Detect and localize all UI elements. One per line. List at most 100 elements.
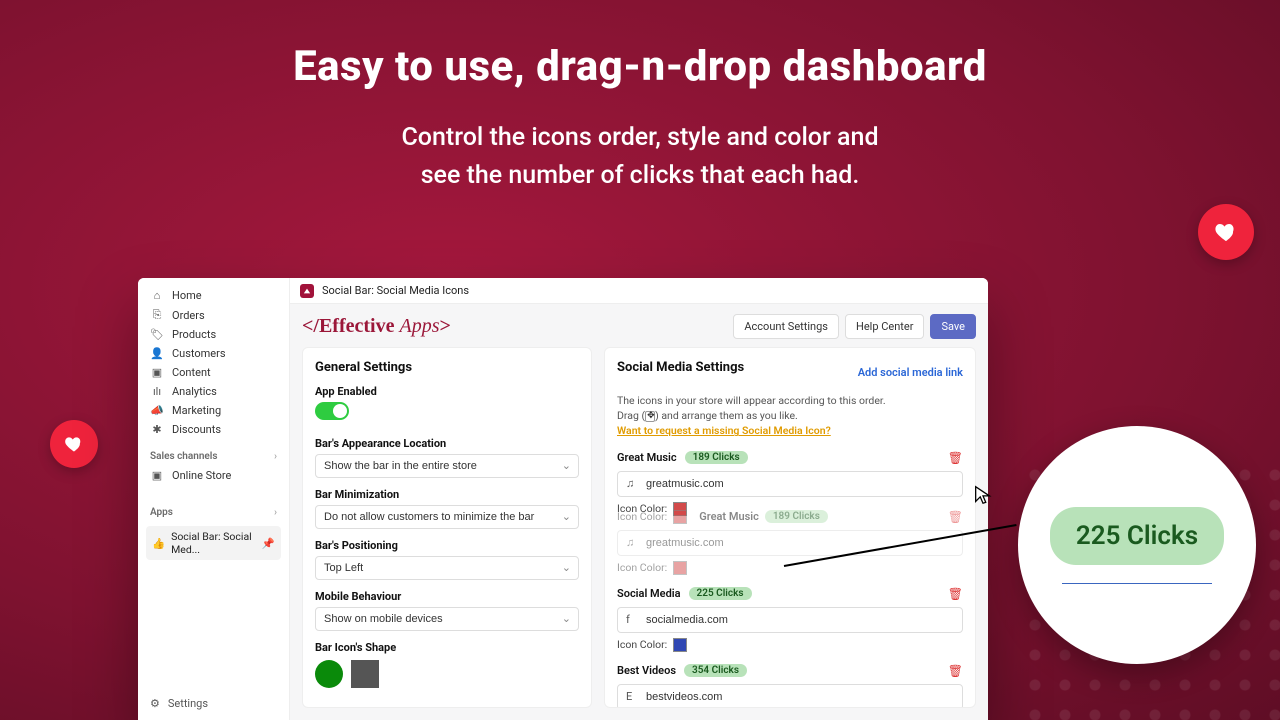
delete-row-button[interactable]: 🗑 bbox=[948, 664, 963, 678]
orders-icon: ⎘ bbox=[150, 308, 164, 322]
social-url-input[interactable]: E bbox=[617, 684, 963, 708]
account-settings-button[interactable]: Account Settings bbox=[733, 314, 839, 339]
help-line-1: The icons in your store will appear acco… bbox=[617, 394, 886, 407]
icon-color-label: Icon Color: bbox=[617, 561, 667, 574]
apps-header[interactable]: Apps › bbox=[138, 499, 289, 522]
social-url-field[interactable] bbox=[644, 477, 954, 491]
shape-option-circle[interactable] bbox=[315, 660, 343, 688]
subhead-line-2: see the number of clicks that each had. bbox=[421, 161, 860, 190]
social-url-input[interactable]: ♫ bbox=[617, 471, 963, 497]
social-media-settings-card: Social Media Settings Add social media l… bbox=[604, 347, 976, 708]
sidebar: ⌂Home ⎘Orders 🏷Products 👤 Customers ▣ Cont… bbox=[138, 278, 290, 720]
main-area: Social Bar: Social Media Icons </Effecti… bbox=[290, 278, 988, 720]
platform-icon: ♫ bbox=[626, 477, 638, 490]
add-social-link[interactable]: Add social media link bbox=[858, 366, 963, 379]
section-label: Apps bbox=[150, 507, 173, 518]
shape-option-square[interactable] bbox=[351, 660, 379, 688]
bar-positioning-label: Bar's Positioning bbox=[315, 539, 579, 552]
cursor-icon bbox=[972, 484, 994, 506]
platform-icon: E bbox=[626, 690, 638, 703]
nav-label: Online Store bbox=[172, 469, 231, 482]
nav-label: Customers bbox=[172, 347, 226, 360]
help-center-button[interactable]: Help Center bbox=[845, 314, 925, 339]
help-line-2-pre: Drag ( bbox=[617, 409, 645, 422]
nav-label: Content bbox=[172, 366, 211, 379]
bar-positioning-select[interactable]: Top Left bbox=[315, 556, 579, 580]
nav-label: Analytics bbox=[172, 385, 217, 398]
heart-icon bbox=[64, 434, 84, 454]
mobile-behaviour-select[interactable]: Show on mobile devices bbox=[315, 607, 579, 631]
sidebar-app-social-bar[interactable]: 👍 Social Bar: Social Med... 📌 bbox=[146, 526, 281, 560]
sales-channels-header[interactable]: Sales channels › bbox=[138, 443, 289, 466]
nav-content[interactable]: ▣ Content bbox=[138, 363, 289, 382]
callout-underline bbox=[1062, 583, 1212, 584]
icon-color-label: Icon Color: bbox=[617, 638, 667, 651]
color-swatch[interactable] bbox=[673, 510, 687, 524]
content-icon: ▣ bbox=[150, 366, 164, 379]
nav-settings[interactable]: ⚙ Settings bbox=[138, 687, 289, 720]
social-url-input[interactable]: f bbox=[617, 607, 963, 633]
app-logo-icon bbox=[300, 284, 314, 298]
section-label: Sales channels bbox=[150, 451, 218, 462]
home-icon: ⌂ bbox=[150, 289, 164, 302]
heart-icon bbox=[1214, 220, 1238, 244]
move-icon: ✥ bbox=[645, 411, 655, 422]
delete-row-button[interactable]: 🗑 bbox=[948, 587, 963, 601]
tag-icon: 🏷 bbox=[150, 328, 164, 341]
general-settings-card: General Settings App Enabled Bar's Appea… bbox=[302, 347, 592, 708]
social-settings-title: Social Media Settings bbox=[617, 360, 744, 375]
color-swatch[interactable] bbox=[673, 638, 687, 652]
nav-marketing[interactable]: 📣 Marketing bbox=[138, 401, 289, 420]
settings-label: Settings bbox=[168, 697, 208, 710]
app-enabled-toggle[interactable] bbox=[315, 402, 349, 420]
social-url-field[interactable] bbox=[644, 613, 954, 627]
heart-badge-right bbox=[1198, 204, 1254, 260]
pin-icon[interactable]: 📌 bbox=[262, 537, 275, 550]
mobile-behaviour-label: Mobile Behaviour bbox=[315, 590, 579, 603]
nav-customers[interactable]: 👤 Customers bbox=[138, 344, 289, 363]
bar-minimization-select[interactable]: Do not allow customers to minimize the b… bbox=[315, 505, 579, 529]
social-row[interactable]: Social Media 225 Clicks 🗑 f Icon Color: bbox=[617, 587, 963, 652]
discount-icon: ✱ bbox=[150, 423, 164, 436]
nav-analytics[interactable]: ılı Analytics bbox=[138, 382, 289, 401]
social-help-text: The icons in your store will appear acco… bbox=[617, 393, 963, 439]
brand-apps: Apps bbox=[399, 315, 439, 337]
delete-row-button[interactable]: 🗑 bbox=[948, 451, 963, 465]
nav-products[interactable]: 🏷Products bbox=[138, 325, 289, 344]
gear-icon: ⚙ bbox=[150, 697, 160, 710]
nav-label: Marketing bbox=[172, 404, 221, 417]
chevron-right-icon: › bbox=[274, 451, 277, 462]
megaphone-icon: 📣 bbox=[150, 404, 164, 417]
toolbar: </Effective Apps> Account Settings Help … bbox=[290, 304, 988, 347]
social-url-field[interactable] bbox=[644, 690, 954, 704]
appearance-location-select[interactable]: Show the bar in the entire store bbox=[315, 454, 579, 478]
nav-home[interactable]: ⌂Home bbox=[138, 286, 289, 305]
clicks-callout-bubble: 225 Clicks bbox=[1018, 426, 1256, 664]
nav-online-store[interactable]: ▣Online Store bbox=[138, 466, 289, 485]
request-missing-icon-link[interactable]: Want to request a missing Social Media I… bbox=[617, 424, 831, 437]
delete-row-button[interactable]: 🗑 bbox=[948, 510, 963, 524]
save-button[interactable]: Save bbox=[930, 314, 976, 339]
social-row[interactable]: Great Music 189 Clicks 🗑 ♫ Icon Color: bbox=[617, 451, 963, 516]
help-line-2-post: ) and arrange them as you like. bbox=[655, 409, 798, 422]
social-row-name: Great Music bbox=[699, 510, 759, 523]
appearance-location-label: Bar's Appearance Location bbox=[315, 437, 579, 450]
brand-logo: </Effective Apps> bbox=[302, 315, 451, 338]
app-title-bar: Social Bar: Social Media Icons bbox=[290, 278, 988, 304]
social-row-name: Best Videos bbox=[617, 664, 676, 677]
social-row-name: Great Music bbox=[617, 451, 677, 464]
nav-orders[interactable]: ⎘Orders bbox=[138, 305, 289, 325]
nav-discounts[interactable]: ✱Discounts bbox=[138, 420, 289, 439]
color-swatch[interactable] bbox=[673, 561, 687, 575]
clicks-callout-value: 225 Clicks bbox=[1050, 507, 1224, 565]
brand-bracket-open: < bbox=[302, 315, 313, 337]
user-icon: 👤 bbox=[150, 347, 164, 360]
chevron-right-icon: › bbox=[274, 507, 277, 518]
analytics-icon: ılı bbox=[150, 385, 164, 398]
app-window: ⌂Home ⎘Orders 🏷Products 👤 Customers ▣ Cont… bbox=[138, 278, 988, 720]
social-row-name: Social Media bbox=[617, 587, 681, 600]
social-row[interactable]: Best Videos 354 Clicks 🗑 E Icon Color: bbox=[617, 664, 963, 708]
marketing-headline: Easy to use, drag-n-drop dashboard bbox=[0, 0, 1280, 91]
subhead-line-1: Control the icons order, style and color… bbox=[401, 123, 878, 152]
app-title: Social Bar: Social Media Icons bbox=[322, 284, 469, 297]
